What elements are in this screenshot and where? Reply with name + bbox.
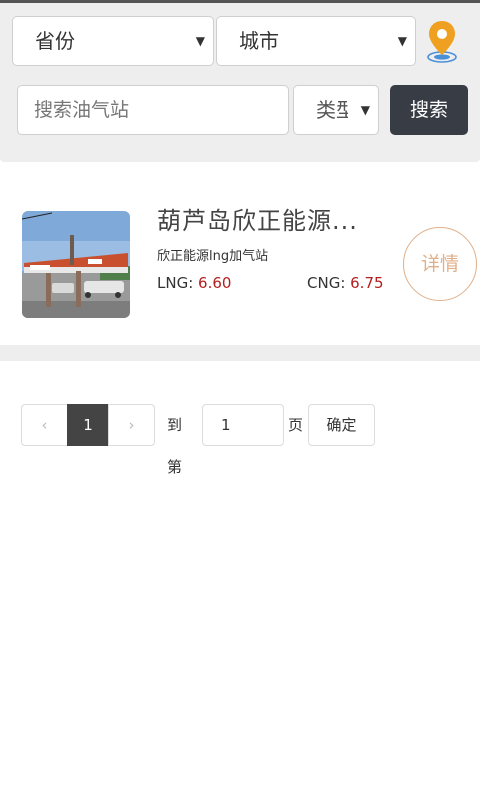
station-photo <box>22 211 130 318</box>
station-subtitle: 欣正能源lng加气站 <box>157 249 269 264</box>
type-select[interactable]: 类型 ▼ <box>293 85 379 135</box>
lng-value: 6.60 <box>198 274 232 292</box>
province-select[interactable]: 省份 ▼ <box>12 16 214 66</box>
lng-label: LNG: <box>157 274 199 292</box>
cng-label: CNG: <box>307 274 351 292</box>
search-button[interactable]: 搜索 <box>390 85 468 135</box>
section-divider <box>0 345 480 361</box>
city-select[interactable]: 城市 ▼ <box>216 16 416 66</box>
confirm-button[interactable]: 确定 <box>308 404 375 446</box>
map-pin-icon[interactable] <box>424 19 460 63</box>
station-card[interactable]: 葫芦岛欣正能源... 欣正能源lng加气站 LNG: 6.60 CNG: 6.7… <box>0 185 480 340</box>
cng-value: 6.75 <box>350 274 384 292</box>
prev-page-button[interactable]: ‹ <box>21 404 68 446</box>
next-page-button[interactable]: › <box>108 404 155 446</box>
province-select-label: 省份 <box>35 29 75 53</box>
station-name[interactable]: 葫芦岛欣正能源... <box>157 201 397 236</box>
page-1-button[interactable]: 1 <box>67 404 109 446</box>
goto-suffix-label: 页 <box>288 416 304 434</box>
filter-panel: 省份 ▼ 城市 ▼ 搜索油气站 类型 ▼ 搜索 <box>0 3 480 162</box>
chevron-down-icon: ▼ <box>397 34 407 48</box>
goto-page-input[interactable]: 1 <box>202 404 284 446</box>
chevron-down-icon: ▼ <box>360 103 370 117</box>
city-select-label: 城市 <box>239 29 279 53</box>
cng-price: CNG: 6.75 <box>307 274 384 292</box>
goto-prefix-label: 到第 <box>167 416 183 476</box>
lng-price: LNG: 6.60 <box>157 274 231 292</box>
type-select-label: 类型 <box>316 98 348 122</box>
detail-button[interactable]: 详情 <box>403 227 477 301</box>
chevron-down-icon: ▼ <box>195 34 205 48</box>
search-input[interactable]: 搜索油气站 <box>17 85 289 135</box>
